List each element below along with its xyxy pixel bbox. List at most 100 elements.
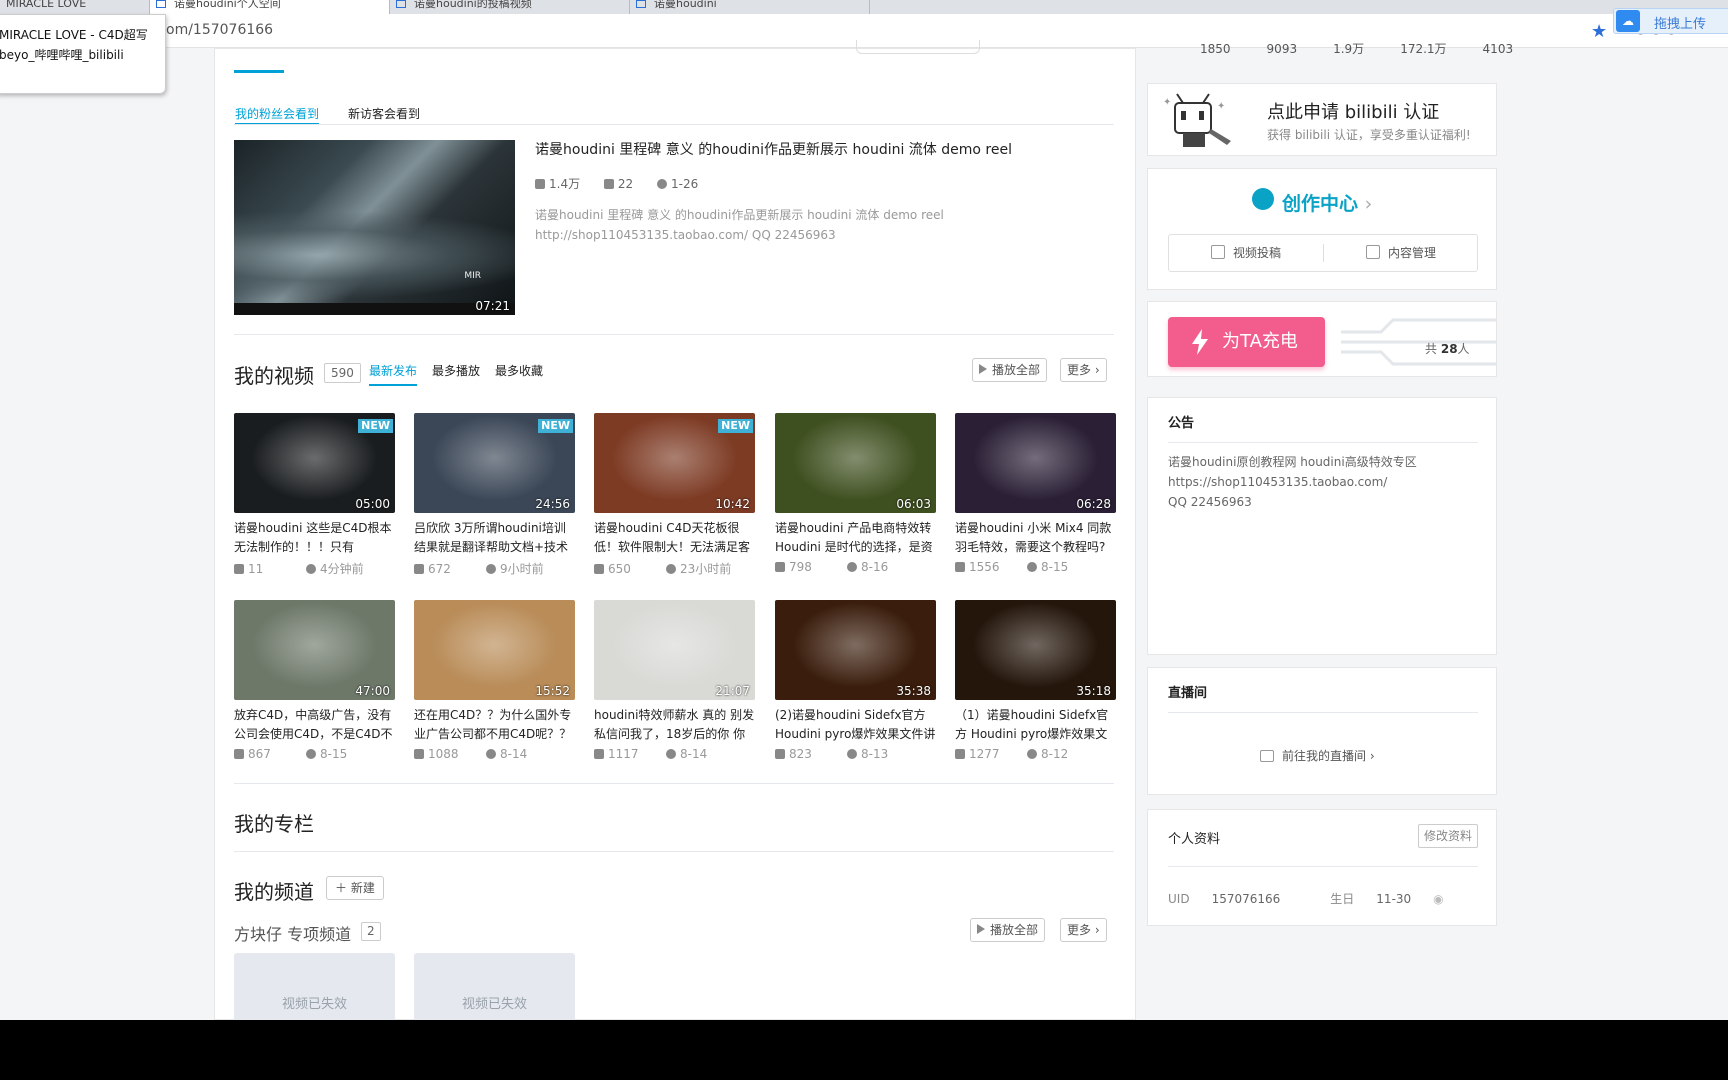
channel-name[interactable]: 方块仔 专项频道	[234, 921, 351, 945]
play-icon	[775, 749, 785, 759]
lightbulb-icon	[1252, 188, 1274, 210]
video-title[interactable]: (2)诺曼houdini Sidefx官方Houdini pyro爆炸效果文件讲	[775, 706, 936, 744]
button-label: 更多	[1067, 363, 1092, 377]
publish-time: 23小时前	[680, 562, 732, 576]
play-count: 798	[789, 560, 812, 574]
top-stats: 1850 9093 1.9万 172.1万 4103	[1200, 40, 1549, 57]
new-badge: NEW	[538, 419, 573, 433]
button-label: 新建	[350, 881, 375, 895]
video-title[interactable]: 诺曼houdini 这些是C4D根本无法制作的！！！只有	[234, 519, 395, 557]
video-card[interactable]: 21:07 houdini特效师薪水 真的 别发私信问我了，18岁后的你 你 111…	[594, 600, 755, 763]
new-channel-button[interactable]: ＋ 新建	[326, 876, 384, 900]
publish-date: 1-26	[671, 177, 699, 191]
stat-value: 172.1万	[1400, 42, 1447, 56]
video-card[interactable]: NEW 24:56 吕欣欣 3万所谓houdini培训结果就是翻译帮助文档+技术 67…	[414, 413, 575, 576]
video-card[interactable]: NEW 10:42 诺曼houdini C4D天花板很低！软件限制大！无法满足客 65…	[594, 413, 755, 576]
video-thumbnail[interactable]: 21:07	[594, 600, 755, 700]
video-title[interactable]: 诺曼houdini C4D天花板很低！软件限制大！无法满足客	[594, 519, 755, 557]
video-title[interactable]: 还在用C4D？？为什么国外专业广告公司都不用C4D呢？？	[414, 706, 575, 744]
button-label: 播放全部	[992, 363, 1041, 377]
video-title[interactable]: 吕欣欣 3万所谓houdini培训结果就是翻译帮助文档+技术	[414, 519, 575, 557]
tooltip-line: MIRACLE LOVE - C4D超写	[0, 28, 148, 42]
charge-button[interactable]: 为TA充电	[1168, 317, 1325, 367]
video-thumbnail[interactable]: 06:03	[775, 413, 936, 513]
video-card[interactable]: 35:18 （1）诺曼houdini Sidefx官方 Houdini pyro爆…	[955, 600, 1116, 763]
video-stats: 1277 8-12	[955, 747, 1116, 763]
play-count: 867	[248, 747, 271, 761]
tab-visitors-see[interactable]: 新访客会看到	[348, 105, 420, 122]
clock-icon	[666, 564, 676, 574]
play-count: 1.4万	[549, 177, 581, 191]
edit-profile-button[interactable]: 修改资料	[1418, 824, 1479, 848]
featured-video-title[interactable]: 诺曼houdini 里程碑 意义 的houdini作品更新展示 houdini …	[535, 139, 1012, 159]
video-thumbnail[interactable]: 47:00	[234, 600, 395, 700]
bookmark-star-icon[interactable]: ★	[1591, 21, 1607, 42]
chevron-right-icon: ›	[1364, 193, 1373, 215]
go-live-room-link[interactable]: 前往我的直播间 ›	[1260, 747, 1375, 764]
video-card[interactable]: 15:52 还在用C4D？？为什么国外专业广告公司都不用C4D呢？？ 1088 8-1…	[414, 600, 575, 763]
channel-play-all-button[interactable]: 播放全部	[970, 918, 1046, 942]
divider	[1168, 866, 1478, 867]
tab-latest[interactable]: 最新发布	[369, 362, 418, 386]
upload-video-button[interactable]: 视频投稿	[1169, 235, 1323, 271]
notice-line: https://shop110453135.taobao.com/	[1168, 475, 1388, 489]
video-thumbnail[interactable]: 15:52	[414, 600, 575, 700]
tab-label: 诺曼houdini个人空间	[174, 0, 281, 10]
browser-tab-active[interactable]: 诺曼houdini个人空间	[150, 0, 390, 14]
clock-icon	[306, 749, 316, 759]
video-card[interactable]: 47:00 放弃C4D，中高级广告，没有公司会使用C4D，不是C4D不 867 8-1…	[234, 600, 395, 763]
video-thumbnail[interactable]: 35:38	[775, 600, 936, 700]
video-title[interactable]: 诺曼houdini 小米 Mix4 同款羽毛特效，需要这个教程吗?	[955, 519, 1116, 557]
url-text[interactable]: om/157076166	[166, 22, 273, 38]
divider	[234, 851, 1114, 852]
video-card[interactable]: 06:03 诺曼houdini 产品电商特效转Houdini 是时代的选择，是资 7…	[775, 413, 936, 576]
browser-tab[interactable]: 诺曼houdini	[630, 0, 870, 14]
play-icon	[535, 179, 545, 189]
creator-center-link[interactable]: 创作中心 ›	[1282, 189, 1372, 216]
play-count: 1556	[969, 560, 1000, 574]
profile-panel: 个人资料 修改资料 UID 157076166 生日 11-30 ◉	[1147, 809, 1497, 926]
browser-tab[interactable]: 诺曼houdini的投稿视频	[390, 0, 630, 14]
tab-most-favorited[interactable]: 最多收藏	[495, 362, 543, 379]
tab-most-played[interactable]: 最多播放	[432, 362, 480, 379]
video-thumbnail[interactable]: NEW 10:42	[594, 413, 755, 513]
featured-video-thumbnail[interactable]: MIR 07:21	[234, 140, 515, 315]
my-channels-title: 我的频道	[234, 880, 314, 904]
video-card[interactable]: 35:38 (2)诺曼houdini Sidefx官方Houdini pyro爆炸…	[775, 600, 936, 763]
page-icon	[156, 0, 166, 8]
video-card[interactable]: NEW 05:00 诺曼houdini 这些是C4D根本无法制作的！！！只有 11 4分…	[234, 413, 395, 576]
desc-link[interactable]: http://shop110453135.taobao.com/ QQ 2245…	[535, 225, 1035, 245]
video-title[interactable]: 诺曼houdini 产品电商特效转Houdini 是时代的选择，是资	[775, 519, 936, 557]
tab-fans-see[interactable]: 我的粉丝会看到	[235, 105, 320, 125]
video-title[interactable]: houdini特效师薪水 真的 别发私信问我了，18岁后的你 你	[594, 706, 755, 744]
video-count-badge: 590	[324, 363, 361, 383]
certification-panel[interactable]: ✦ ✦ 点此申请 bilibili 认证 获得 bilibili 认证，享受多重认…	[1147, 83, 1497, 156]
stat-value: 1850	[1200, 42, 1231, 56]
tooltip-line: beyo_哔哩哔哩_bilibili	[0, 48, 124, 62]
nav-search-box[interactable]	[856, 40, 980, 54]
video-title[interactable]: 放弃C4D，中高级广告，没有公司会使用C4D，不是C4D不	[234, 706, 395, 744]
page-icon	[396, 0, 406, 8]
more-button[interactable]: 更多 ›	[1060, 358, 1107, 382]
video-thumbnail[interactable]: NEW 05:00	[234, 413, 395, 513]
content-manage-button[interactable]: 内容管理	[1324, 235, 1478, 271]
video-thumbnail[interactable]: NEW 24:56	[414, 413, 575, 513]
divider	[234, 334, 1114, 335]
play-all-button[interactable]: 播放全部	[972, 358, 1048, 382]
video-thumbnail[interactable]: 35:18	[955, 600, 1116, 700]
upload-extension-button[interactable]: ☁ 拖拽上传	[1613, 8, 1728, 34]
divider	[1168, 712, 1478, 713]
clock-icon	[306, 564, 316, 574]
video-card[interactable]: 06:28 诺曼houdini 小米 Mix4 同款羽毛特效，需要这个教程吗? 15…	[955, 413, 1116, 576]
browser-tab[interactable]: MIRACLE LOVE	[0, 0, 150, 14]
video-thumbnail[interactable]: 06:28	[955, 413, 1116, 513]
play-count: 11	[248, 562, 264, 576]
channel-more-button[interactable]: 更多 ›	[1060, 918, 1107, 942]
video-title[interactable]: （1）诺曼houdini Sidefx官方 Houdini pyro爆炸效果文	[955, 706, 1116, 744]
uid-value: 157076166	[1211, 892, 1281, 906]
cert-title[interactable]: 点此申请 bilibili 认证	[1267, 98, 1439, 124]
eye-icon[interactable]: ◉	[1433, 892, 1443, 906]
play-count: 1088	[428, 747, 459, 761]
video-stats: 798 8-16	[775, 560, 936, 576]
live-title: 直播间	[1168, 686, 1208, 701]
